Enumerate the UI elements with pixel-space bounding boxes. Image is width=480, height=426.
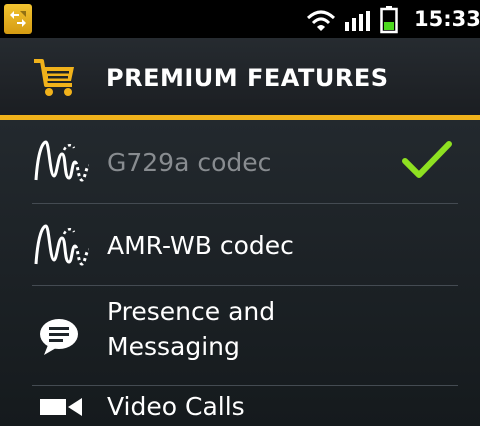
list-item-label: Video Calls [107,392,245,421]
list-item-label: AMR-WB codec [107,231,294,260]
page-title: PREMIUM FEATURES [106,64,389,92]
signal-icon [345,11,370,31]
list-item-label-line1: Presence and [107,297,276,326]
list-item-amr-wb[interactable]: AMR-WB codec [0,204,480,286]
list-item-video-calls[interactable]: Video Calls [0,386,480,426]
status-bar: 15:33 [0,0,480,38]
title-bar: PREMIUM FEATURES [0,38,480,120]
shopping-cart-icon [34,59,74,96]
video-camera-icon [40,398,82,416]
features-list: G729a codec AMR-WB codec Presence and Me… [0,120,480,426]
list-item-label-line2: Messaging [107,332,240,361]
waveform-icon [34,140,90,182]
checkmark-icon [402,141,452,178]
status-time: 15:33 [414,7,480,31]
list-item-label: G729a codec [107,148,272,177]
chat-bubble-icon [40,319,78,355]
app-notification-icon [4,4,32,34]
waveform-icon [34,224,90,266]
wifi-icon [306,10,336,31]
battery-icon [380,6,398,34]
list-item-presence-messaging[interactable]: Presence and Messaging [0,286,480,386]
list-item-g729a[interactable]: G729a codec [0,120,480,204]
